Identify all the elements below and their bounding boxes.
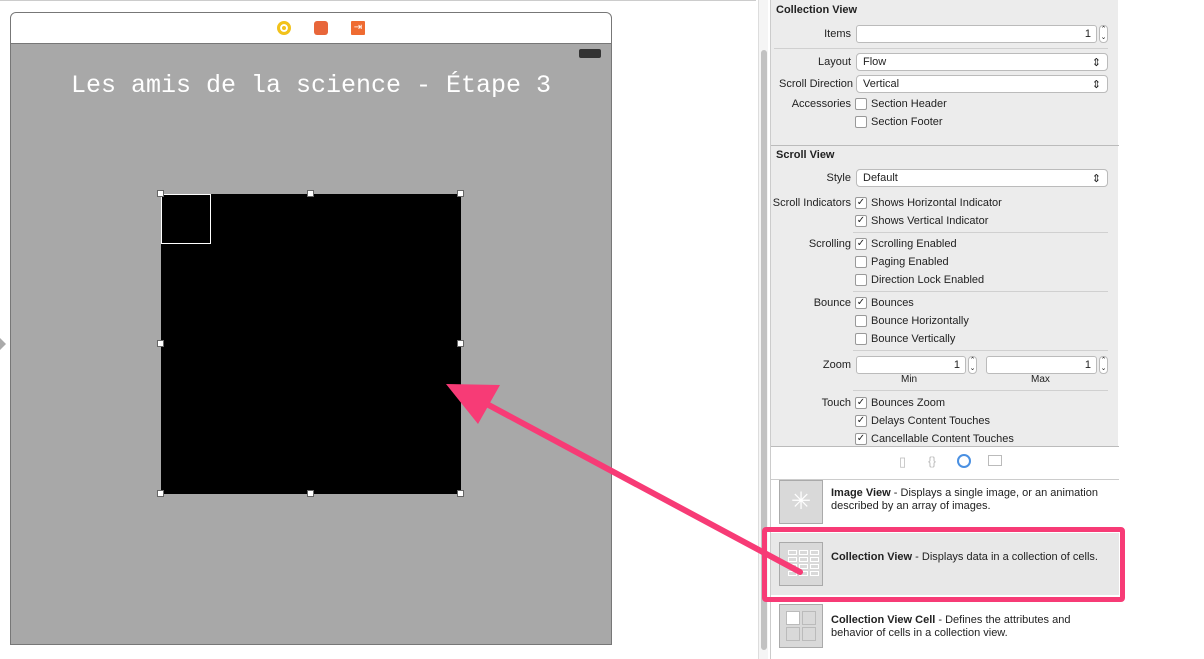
style-value: Default bbox=[863, 172, 898, 184]
scroll-direction-value: Vertical bbox=[863, 78, 900, 90]
bounce-vertically-label: Bounce Vertically bbox=[871, 333, 956, 345]
vertical-indicator-label: Shows Vertical Indicator bbox=[871, 215, 989, 227]
scrolling-enabled-checkbox[interactable]: ✓ bbox=[855, 238, 867, 250]
layout-select[interactable]: Flow ⇕ bbox=[856, 53, 1108, 71]
resize-handle[interactable] bbox=[457, 490, 464, 497]
first-responder-icon[interactable] bbox=[314, 21, 328, 35]
zoom-min-stepper[interactable]: ⌃ ⌄ bbox=[968, 356, 977, 374]
scroll-indicators-label: Scroll Indicators bbox=[772, 197, 851, 209]
braces-icon[interactable]: {} bbox=[928, 454, 936, 468]
library-item-text: Image View - Displays a single image, or… bbox=[831, 487, 1101, 513]
image-view-icon: ✳ bbox=[779, 480, 823, 524]
bounces-checkbox[interactable]: ✓ bbox=[855, 297, 867, 309]
section-footer-checkbox[interactable] bbox=[855, 116, 867, 128]
view-controller-scene[interactable]: ⇥ Les amis de la science - Étape 3 bbox=[10, 12, 612, 645]
updown-icon: ⇕ bbox=[1091, 79, 1101, 91]
accessories-label: Accessories bbox=[791, 98, 851, 110]
layout-label: Layout bbox=[817, 56, 851, 68]
scrolling-label: Scrolling bbox=[808, 238, 851, 250]
bounces-label: Bounces bbox=[871, 297, 914, 309]
library-tabs: ▯ {} bbox=[771, 447, 1119, 480]
file-icon[interactable]: ▯ bbox=[899, 454, 906, 470]
collection-view-cell[interactable] bbox=[161, 194, 211, 244]
resize-handle[interactable] bbox=[307, 190, 314, 197]
zoom-max-field[interactable]: 1 bbox=[986, 356, 1097, 374]
style-select[interactable]: Default ⇕ bbox=[856, 169, 1108, 187]
zoom-max-stepper[interactable]: ⌃ ⌄ bbox=[1099, 356, 1108, 374]
updown-icon: ⇕ bbox=[1091, 173, 1101, 185]
item-name: Image View bbox=[831, 487, 891, 499]
paging-enabled-label: Paging Enabled bbox=[871, 256, 949, 268]
entry-point-arrow-icon bbox=[0, 338, 6, 350]
horizontal-indicator-checkbox[interactable]: ✓ bbox=[855, 197, 867, 209]
bounce-vertically-checkbox[interactable] bbox=[855, 333, 867, 345]
collection-view-cell-icon bbox=[779, 604, 823, 648]
collection-view[interactable] bbox=[157, 190, 464, 497]
items-label: Items bbox=[824, 28, 851, 40]
resize-handle[interactable] bbox=[157, 490, 164, 497]
updown-icon: ⇕ bbox=[1091, 57, 1101, 69]
bounce-label: Bounce bbox=[813, 297, 851, 309]
touch-label: Touch bbox=[821, 397, 851, 409]
section-header-label: Section Header bbox=[871, 98, 947, 110]
scroll-direction-select[interactable]: Vertical ⇕ bbox=[856, 75, 1108, 93]
items-stepper[interactable]: ⌃ ⌄ bbox=[1099, 25, 1108, 43]
library-item-collection-view-cell[interactable]: Collection View Cell - Defines the attri… bbox=[771, 602, 1119, 658]
scrolling-enabled-label: Scrolling Enabled bbox=[871, 238, 957, 250]
library-item-image-view[interactable]: ✳ Image View - Displays a single image, … bbox=[771, 480, 1119, 528]
scroll-direction-label: Scroll Direction bbox=[779, 78, 853, 90]
items-field[interactable]: 1 bbox=[856, 25, 1097, 43]
cancellable-touches-checkbox[interactable]: ✓ bbox=[855, 433, 867, 445]
section-footer-label: Section Footer bbox=[871, 116, 943, 128]
bounce-horizontally-checkbox[interactable] bbox=[855, 315, 867, 327]
max-label: Max bbox=[1031, 374, 1050, 385]
resize-handle[interactable] bbox=[457, 340, 464, 347]
vertical-indicator-checkbox[interactable]: ✓ bbox=[855, 215, 867, 227]
highlight-box bbox=[762, 527, 1125, 602]
bounces-zoom-checkbox[interactable]: ✓ bbox=[855, 397, 867, 409]
view-controller-icon[interactable] bbox=[277, 21, 291, 35]
storyboard-canvas[interactable]: ⇥ Les amis de la science - Étape 3 bbox=[0, 0, 756, 659]
resize-handle[interactable] bbox=[307, 490, 314, 497]
direction-lock-checkbox[interactable] bbox=[855, 274, 867, 286]
cancellable-touches-label: Cancellable Content Touches bbox=[871, 433, 1014, 445]
resize-handle[interactable] bbox=[157, 190, 164, 197]
delays-touches-label: Delays Content Touches bbox=[871, 415, 991, 427]
resize-handle[interactable] bbox=[457, 190, 464, 197]
battery-icon bbox=[579, 49, 601, 58]
paging-enabled-checkbox[interactable] bbox=[855, 256, 867, 268]
horizontal-indicator-label: Shows Horizontal Indicator bbox=[871, 197, 1002, 209]
library-item-text: Collection View Cell - Defines the attri… bbox=[831, 614, 1101, 640]
section-heading: Scroll View bbox=[776, 149, 835, 161]
section-header-checkbox[interactable] bbox=[855, 98, 867, 110]
item-name: Collection View Cell bbox=[831, 614, 936, 626]
section-heading: Collection View bbox=[776, 4, 858, 16]
zoom-min-field[interactable]: 1 bbox=[856, 356, 966, 374]
min-label: Min bbox=[901, 374, 918, 385]
title-label[interactable]: Les amis de la science - Étape 3 bbox=[11, 71, 611, 100]
zoom-label: Zoom bbox=[822, 359, 851, 371]
bounces-zoom-label: Bounces Zoom bbox=[871, 397, 945, 409]
layout-value: Flow bbox=[863, 56, 887, 68]
style-label: Style bbox=[826, 172, 851, 184]
bounce-horizontally-label: Bounce Horizontally bbox=[871, 315, 969, 327]
media-icon[interactable] bbox=[988, 455, 1002, 466]
delays-touches-checkbox[interactable]: ✓ bbox=[855, 415, 867, 427]
resize-handle[interactable] bbox=[157, 340, 164, 347]
object-icon[interactable] bbox=[957, 454, 971, 468]
direction-lock-label: Direction Lock Enabled bbox=[871, 274, 985, 286]
exit-icon[interactable]: ⇥ bbox=[351, 21, 365, 35]
scene-dock: ⇥ bbox=[11, 13, 611, 44]
